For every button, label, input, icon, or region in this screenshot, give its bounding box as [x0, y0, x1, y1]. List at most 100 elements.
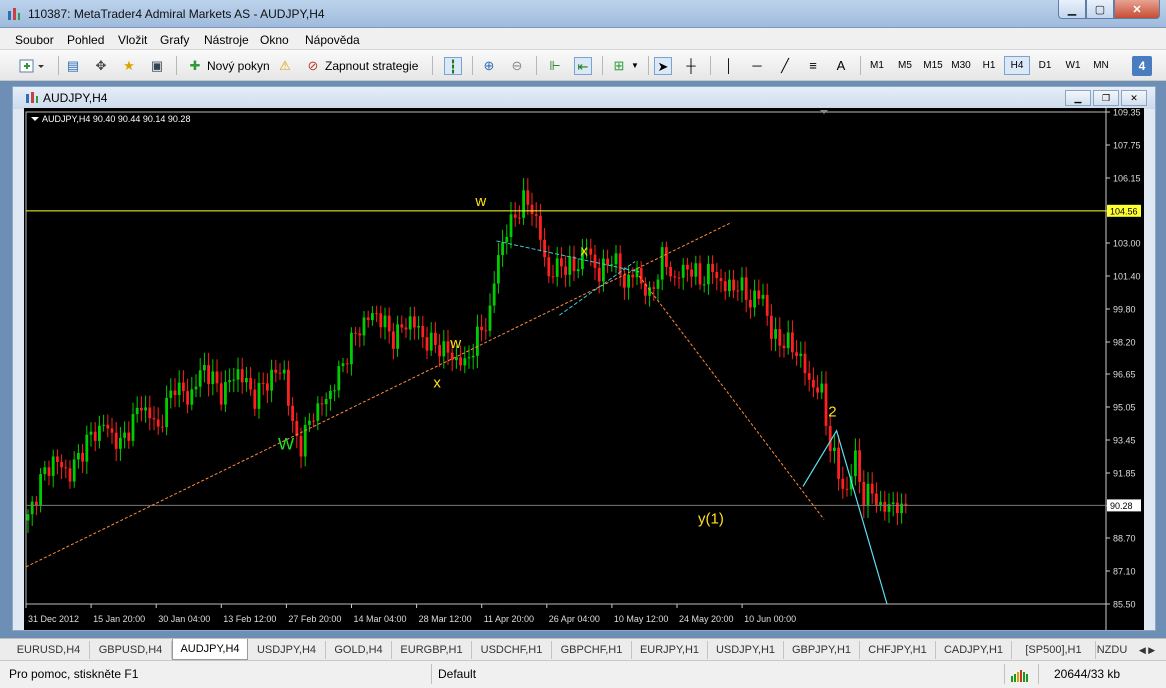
horizontal-line-button[interactable]: ─ [748, 55, 766, 76]
menu-vlozit[interactable]: Vložit [118, 33, 147, 47]
candle [644, 277, 647, 305]
candle [837, 435, 840, 491]
timeframe-h4[interactable]: H4 [1004, 56, 1030, 75]
menu-napoveda[interactable]: Nápověda [305, 33, 360, 47]
autotrading-button[interactable]: ⊘ Zapnout strategie [304, 55, 419, 76]
chart-shift-button[interactable]: ⊩ [546, 55, 564, 76]
wave-label: 2 [828, 403, 836, 420]
candle-body [274, 369, 278, 373]
candle-body [686, 264, 689, 270]
tab-eurgbp-h1[interactable]: EURGBP,H1 [392, 641, 472, 659]
indicators-button[interactable]: ⊞ ▼ [610, 55, 639, 76]
window-title: 110387: MetaTrader4 Admiral Markets AS -… [28, 7, 325, 21]
alert-button[interactable]: ⚠ [276, 55, 294, 76]
candle [240, 357, 244, 394]
candle [635, 260, 639, 286]
tab-usdjpy-h1[interactable]: USDJPY,H1 [708, 641, 784, 659]
title-bar[interactable]: 110387: MetaTrader4 Admiral Markets AS -… [0, 0, 1166, 28]
tab-usdjpy-h4[interactable]: USDJPY,H4 [248, 641, 326, 659]
crosshair-nav-button[interactable]: ✥ [92, 55, 110, 76]
candle [564, 255, 567, 288]
timeframe-mn[interactable]: MN [1088, 56, 1114, 75]
candle-body [182, 382, 185, 392]
candle-body [715, 271, 719, 279]
candle [85, 425, 89, 474]
x-tick-label: 31 Dec 2012 [28, 614, 79, 624]
new-chart-button[interactable] [18, 55, 48, 76]
candle-body [791, 332, 794, 353]
candle-body [329, 390, 332, 399]
candle-body [131, 414, 135, 441]
wave-label: y(1) [698, 511, 724, 528]
tab-usdchf-h1[interactable]: USDCHF,H1 [472, 641, 552, 659]
tab-gbpchf-h1[interactable]: GBPCHF,H1 [552, 641, 632, 659]
text-tool-button[interactable]: A [832, 55, 850, 76]
vertical-line-button[interactable]: │ [720, 55, 738, 76]
timeframe-m30[interactable]: M30 [948, 56, 974, 75]
candle [261, 372, 265, 396]
symbol-menu-arrow-icon [31, 117, 39, 121]
chart-minimize-button[interactable]: ▁ [1065, 90, 1091, 106]
timeframe-w1[interactable]: W1 [1060, 56, 1086, 75]
candle [770, 304, 773, 351]
tab-sp500-h1[interactable]: [SP500],H1 [1012, 641, 1096, 659]
candle [425, 326, 429, 359]
tab-nzdu[interactable]: NZDU [1096, 641, 1128, 659]
candle-body [211, 371, 215, 385]
autoscroll-button[interactable]: ⇤ [574, 55, 592, 76]
tab-eurjpy-h1[interactable]: EURJPY,H1 [632, 641, 708, 659]
price-chart[interactable]: 109.35107.75106.15104.55103.00101.4099.8… [24, 108, 1144, 630]
timeframe-h1[interactable]: H1 [976, 56, 1002, 75]
tab-scroll-arrows[interactable]: ◀ ▶ [1130, 641, 1164, 659]
notifications-button[interactable]: 4 [1132, 55, 1152, 76]
chart-close-button[interactable]: ✕ [1121, 90, 1147, 106]
timeframe-m1[interactable]: M1 [864, 56, 890, 75]
candle [774, 317, 777, 352]
close-button[interactable]: ✕ [1114, 0, 1160, 19]
timeframe-m5[interactable]: M5 [892, 56, 918, 75]
chart-maximize-button[interactable]: ❐ [1093, 90, 1119, 106]
x-tick-label: 24 May 20:00 [679, 614, 734, 624]
x-tick-label: 11 Apr 20:00 [484, 614, 534, 624]
candle-body [51, 456, 55, 476]
zoom-in-icon: ⊕ [483, 57, 495, 73]
candle-body [387, 315, 391, 332]
timeframe-m15[interactable]: M15 [920, 56, 946, 75]
candle-body [484, 330, 488, 332]
tab-chfjpy-h1[interactable]: CHFJPY,H1 [860, 641, 936, 659]
market-watch-button[interactable]: ▤ [64, 55, 82, 76]
maximize-button[interactable]: ▢ [1086, 0, 1114, 19]
candle [366, 310, 370, 328]
tab-eurusd-h4[interactable]: EURUSD,H4 [8, 641, 90, 659]
candle-body [614, 253, 618, 265]
new-order-button[interactable]: ✚ Nový pokyn [186, 55, 270, 76]
crosshair-tool-button[interactable]: ┼ [682, 55, 700, 76]
tab-cadjpy-h1[interactable]: CADJPY,H1 [936, 641, 1012, 659]
zoom-out-button[interactable]: ⊖ [508, 55, 526, 76]
candle [127, 421, 131, 449]
timeframe-d1[interactable]: D1 [1032, 56, 1058, 75]
candle [761, 283, 765, 307]
menu-nastroje[interactable]: Nástroje [204, 33, 249, 47]
menu-grafy[interactable]: Grafy [160, 33, 189, 47]
cursor-tool-button[interactable]: ➤ [654, 55, 672, 76]
bar-chart-button[interactable]: ┇ [444, 55, 462, 76]
tab-gold-h4[interactable]: GOLD,H4 [326, 641, 392, 659]
minimize-button[interactable]: ▁ [1058, 0, 1086, 19]
status-profile[interactable]: Default [438, 667, 476, 681]
menu-pohled[interactable]: Pohled [67, 33, 104, 47]
chart-window-titlebar[interactable]: AUDJPY,H4 ▁ ❐ ✕ [13, 87, 1155, 109]
text-icon: A [836, 57, 846, 73]
candle-body [576, 269, 580, 272]
menu-soubor[interactable]: Soubor [15, 33, 54, 47]
channel-button[interactable]: ≡ [804, 55, 822, 76]
menu-okno[interactable]: Okno [260, 33, 289, 47]
trendline-button[interactable]: ╱ [776, 55, 794, 76]
favorites-button[interactable]: ★ [120, 55, 138, 76]
tab-gbpusd-h4[interactable]: GBPUSD,H4 [90, 641, 172, 659]
terminal-button[interactable]: ▣ [148, 55, 166, 76]
tab-gbpjpy-h1[interactable]: GBPJPY,H1 [784, 641, 860, 659]
zoom-in-button[interactable]: ⊕ [480, 55, 498, 76]
tab-audjpy-h4[interactable]: AUDJPY,H4 [172, 639, 248, 660]
y-tick-label: 85.50 [1113, 600, 1136, 610]
